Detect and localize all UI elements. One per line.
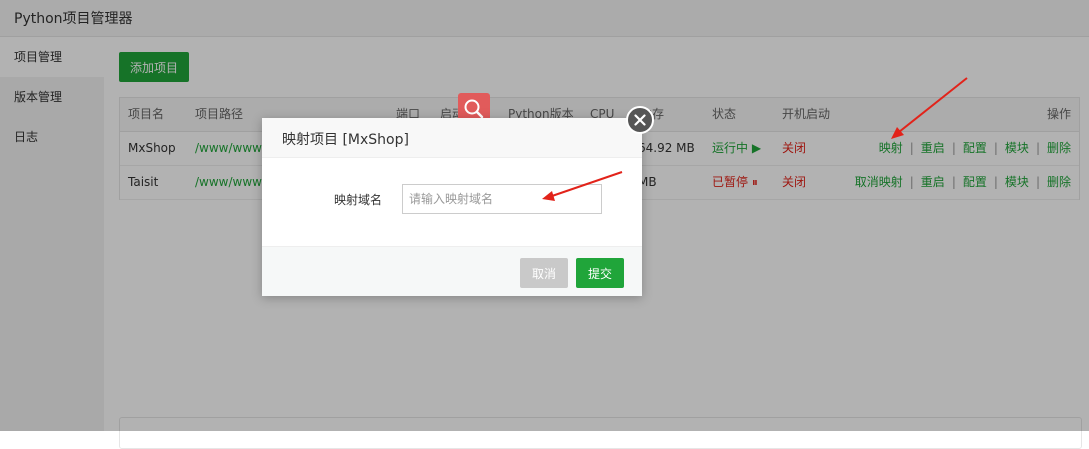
close-icon [634, 114, 646, 126]
cancel-button[interactable]: 取消 [520, 258, 568, 288]
dialog-footer: 取消 提交 [262, 246, 642, 296]
submit-button[interactable]: 提交 [576, 258, 624, 288]
domain-input[interactable] [402, 184, 602, 214]
dialog-title: 映射项目 [MxShop] [282, 132, 409, 148]
map-domain-dialog: 映射项目 [MxShop] 映射域名 取消 提交 [262, 118, 642, 296]
domain-label: 映射域名 [333, 193, 382, 207]
close-dialog-button[interactable] [626, 106, 654, 134]
dialog-header: 映射项目 [MxShop] [262, 118, 642, 158]
